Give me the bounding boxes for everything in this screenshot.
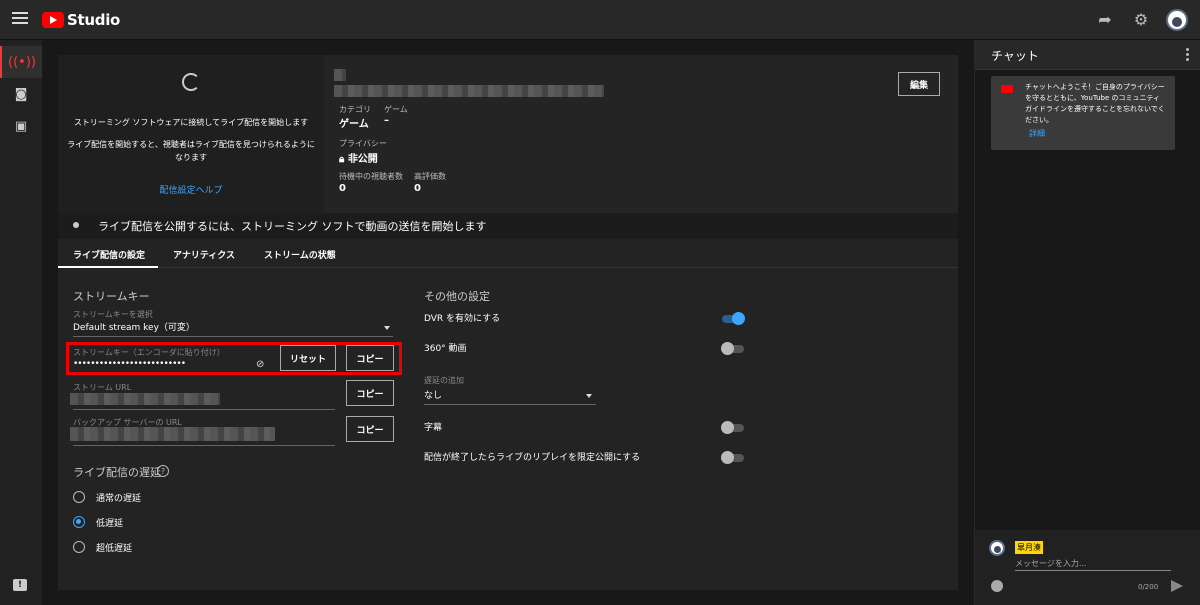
stream-preview: ストリーミング ソフトウェアに接続してライブ配信を開始します ライブ配信を開始す… xyxy=(58,55,324,213)
active-tab-indicator xyxy=(58,266,158,268)
game-value: – xyxy=(384,115,389,126)
redacted-title-line xyxy=(334,85,604,97)
chevron-down-icon[interactable] xyxy=(384,326,390,330)
category-label: カテゴリ xyxy=(339,105,371,114)
tab-analytics[interactable]: アナリティクス xyxy=(173,248,235,261)
gear-icon[interactable]: ⚙ xyxy=(1130,9,1152,31)
privacy-value: 🔒︎ 非公開 xyxy=(339,150,378,165)
more-options-icon[interactable] xyxy=(1186,48,1189,63)
stream-key-select-label: ストリームキーを選択 xyxy=(73,310,153,319)
select-underline xyxy=(73,336,393,337)
video360-label: 360° 動画 xyxy=(424,344,467,354)
camera-icon[interactable]: ◙ xyxy=(0,78,42,110)
video360-toggle[interactable] xyxy=(721,342,744,355)
delay-select[interactable]: なし xyxy=(424,388,442,401)
chat-message-input[interactable] xyxy=(1015,557,1171,571)
logo-text: Studio xyxy=(67,11,121,29)
chat-username: 皐月湊 xyxy=(1015,541,1043,554)
share-icon[interactable]: ➦ xyxy=(1094,9,1116,31)
radio-normal-latency[interactable] xyxy=(73,491,85,503)
waiting-viewers-label: 待機中の視聴者数 xyxy=(339,172,403,181)
edit-button[interactable]: 編集 xyxy=(898,72,940,96)
top-bar: Studio ➦ ⚙ xyxy=(0,0,1200,40)
backup-underline xyxy=(73,445,335,446)
redacted-title xyxy=(334,69,346,81)
youtube-icon xyxy=(1001,85,1013,93)
notice-text: ライブ配信を公開するには、ストリーミング ソフトで動画の送信を開始します xyxy=(98,220,487,233)
privacy-value-text: 非公開 xyxy=(347,154,378,165)
replay-label: 配信が終了したらライブのリプレイを限定公開にする xyxy=(424,453,641,463)
preview-message-2: ライブ配信を開始すると、視聴者はライブ配信を見つけられるように xyxy=(67,140,315,149)
preview-message-3: なります xyxy=(175,153,207,162)
other-settings-title: その他の設定 xyxy=(424,290,490,303)
radio-label-low: 低遅延 xyxy=(96,519,124,529)
status-dot-icon xyxy=(73,222,79,228)
char-counter: 0/200 xyxy=(1138,583,1159,591)
loading-spinner-icon xyxy=(182,73,200,91)
likes-label: 高評価数 xyxy=(414,172,446,181)
captions-label: 字幕 xyxy=(424,423,443,433)
radio-ultra-low-latency[interactable] xyxy=(73,541,85,553)
radio-low-latency[interactable] xyxy=(73,516,85,528)
replay-toggle[interactable] xyxy=(721,451,744,464)
tab-stream-settings[interactable]: ライブ配信の設定 xyxy=(73,248,145,261)
publish-notice: ライブ配信を公開するには、ストリーミング ソフトで動画の送信を開始します xyxy=(58,213,958,237)
preview-message: ストリーミング ソフトウェアに接続してライブ配信を開始します xyxy=(73,118,309,127)
youtube-logo-icon xyxy=(42,12,64,28)
live-stream-icon[interactable]: ((•)) xyxy=(0,46,42,78)
feedback-icon[interactable]: ! xyxy=(13,579,27,591)
send-icon[interactable] xyxy=(1171,580,1183,592)
copy-key-button[interactable]: コピー xyxy=(346,345,394,371)
stream-key-label: ストリームキー（エンコーダに貼り付け） xyxy=(73,348,225,357)
stream-key-select[interactable]: Default stream key（可変） xyxy=(73,320,195,333)
settings-tabs: ライブ配信の設定 アナリティクス ストリームの状態 xyxy=(58,238,958,268)
emoji-icon[interactable] xyxy=(991,580,1003,592)
welcome-text: チャットへようこそ！ご自身のプライバシーを守るとともに、YouTube のコミュ… xyxy=(1025,83,1165,124)
likes-value: 0 xyxy=(414,183,421,194)
help-icon[interactable]: ? xyxy=(157,465,169,477)
category-value: ゲーム xyxy=(339,119,369,130)
chat-welcome-message: チャットへようこそ！ご自身のプライバシーを守るとともに、YouTube のコミュ… xyxy=(991,76,1175,150)
stream-key-field[interactable]: •••••••••••••••••••••••••• xyxy=(73,359,186,369)
learn-more-link[interactable]: 詳細 xyxy=(1029,128,1045,139)
delay-underline xyxy=(424,404,596,405)
account-avatar[interactable] xyxy=(1166,9,1188,31)
stream-url-label: ストリーム URL xyxy=(73,383,132,392)
waiting-viewers-value: 0 xyxy=(339,183,346,194)
lock-icon: 🔒︎ xyxy=(339,154,348,165)
url-underline xyxy=(73,409,335,410)
chat-panel: チャット チャットへようこそ！ご自身のプライバシーを守るとともに、YouTube… xyxy=(974,40,1200,605)
studio-logo[interactable]: Studio xyxy=(42,11,120,29)
top-actions: ➦ ⚙ xyxy=(1094,9,1188,31)
calendar-icon[interactable]: ▣ xyxy=(0,110,42,142)
redacted-url xyxy=(70,393,220,405)
chat-composer: 皐月湊 0/200 xyxy=(975,530,1200,605)
delay-chevron-down-icon[interactable] xyxy=(586,394,592,398)
stream-key-section-title: ストリームキー xyxy=(73,290,150,303)
chat-title: チャット xyxy=(991,49,1039,63)
game-label: ゲーム xyxy=(384,105,408,114)
redacted-backup-url xyxy=(70,427,275,441)
radio-label-normal: 通常の遅延 xyxy=(96,494,142,504)
privacy-label: プライバシー xyxy=(339,139,387,148)
latency-title: ライブ配信の遅延 xyxy=(73,466,161,479)
copy-url-button[interactable]: コピー xyxy=(346,380,394,406)
chat-header: チャット xyxy=(975,40,1200,70)
stream-info: 編集 カテゴリ ゲーム ゲーム – プライバシー 🔒︎ 非公開 待機中の視聴者数… xyxy=(324,55,958,213)
left-rail: ((•)) ◙ ▣ ! xyxy=(0,40,42,605)
delay-label: 遅延の追加 xyxy=(424,376,464,385)
stream-settings-help-link[interactable]: 配信設定ヘルプ xyxy=(58,183,324,196)
avatar xyxy=(989,540,1005,556)
menu-icon[interactable] xyxy=(12,12,28,26)
dvr-label: DVR を有効にする xyxy=(424,314,501,324)
radio-label-ultra: 超低遅延 xyxy=(96,544,133,554)
main-content: ストリーミング ソフトウェアに接続してライブ配信を開始します ライブ配信を開始す… xyxy=(42,40,970,605)
dvr-toggle[interactable] xyxy=(722,312,745,325)
captions-toggle[interactable] xyxy=(721,421,744,434)
tab-stream-health[interactable]: ストリームの状態 xyxy=(264,248,336,261)
visibility-off-icon[interactable]: ⊘ xyxy=(256,360,268,370)
copy-backup-button[interactable]: コピー xyxy=(346,416,394,442)
settings-panel: ライブ配信の設定 アナリティクス ストリームの状態 ストリームキー ストリームキ… xyxy=(58,238,958,590)
reset-button[interactable]: リセット xyxy=(280,345,336,371)
